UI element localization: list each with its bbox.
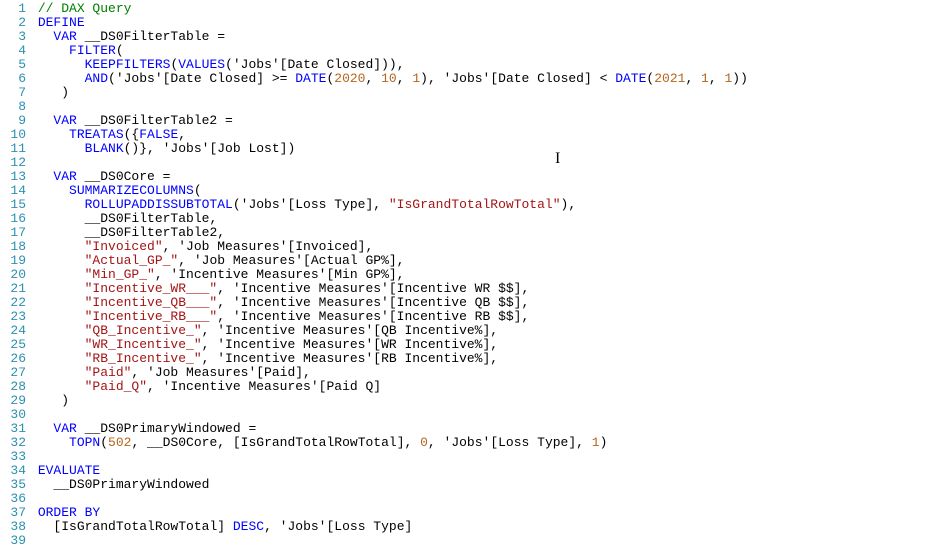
line-number: 36 <box>0 492 30 506</box>
code-line: 21 "Incentive_WR___", 'Incentive Measure… <box>0 282 942 296</box>
code-line: 5 KEEPFILTERS(VALUES('Jobs'[Date Closed]… <box>0 58 942 72</box>
code-line: 9 VAR __DS0FilterTable2 = <box>0 114 942 128</box>
code-line: 27 "Paid", 'Job Measures'[Paid], <box>0 366 942 380</box>
code-line: 38 [IsGrandTotalRowTotal] DESC, 'Jobs'[L… <box>0 520 942 534</box>
line-number: 3 <box>0 30 30 44</box>
line-number: 30 <box>0 408 30 422</box>
code-line: 18 "Invoiced", 'Job Measures'[Invoiced], <box>0 240 942 254</box>
line-number: 29 <box>0 394 30 408</box>
code-line: 33 <box>0 450 942 464</box>
code-line: 7 ) <box>0 86 942 100</box>
line-number: 8 <box>0 100 30 114</box>
code-line: 10 TREATAS({FALSE, <box>0 128 942 142</box>
code-line: 25 "WR_Incentive_", 'Incentive Measures'… <box>0 338 942 352</box>
line-number: 23 <box>0 310 30 324</box>
line-number: 28 <box>0 380 30 394</box>
line-number: 25 <box>0 338 30 352</box>
code-line: 4 FILTER( <box>0 44 942 58</box>
line-number: 9 <box>0 114 30 128</box>
line-number: 16 <box>0 212 30 226</box>
code-line: 22 "Incentive_QB___", 'Incentive Measure… <box>0 296 942 310</box>
line-number: 20 <box>0 268 30 282</box>
code-line: 6 AND('Jobs'[Date Closed] >= DATE(2020, … <box>0 72 942 86</box>
line-number: 31 <box>0 422 30 436</box>
code-line: 1 // DAX Query <box>0 2 942 16</box>
line-number: 34 <box>0 464 30 478</box>
code-line: 35 __DS0PrimaryWindowed <box>0 478 942 492</box>
line-number: 5 <box>0 58 30 72</box>
line-number: 17 <box>0 226 30 240</box>
code-line: 2 DEFINE <box>0 16 942 30</box>
line-number: 37 <box>0 506 30 520</box>
code-line: 30 <box>0 408 942 422</box>
code-line: 20 "Min_GP_", 'Incentive Measures'[Min G… <box>0 268 942 282</box>
code-line: 13 VAR __DS0Core = <box>0 170 942 184</box>
code-line: 3 VAR __DS0FilterTable = <box>0 30 942 44</box>
line-number: 39 <box>0 534 30 548</box>
line-number: 14 <box>0 184 30 198</box>
line-number: 11 <box>0 142 30 156</box>
code-line: 12 <box>0 156 942 170</box>
line-number: 19 <box>0 254 30 268</box>
code-line: 23 "Incentive_RB___", 'Incentive Measure… <box>0 310 942 324</box>
line-number: 22 <box>0 296 30 310</box>
code-line: 39 <box>0 534 942 548</box>
code-line: 11 BLANK()}, 'Jobs'[Job Lost]) <box>0 142 942 156</box>
code-line: 34 EVALUATE <box>0 464 942 478</box>
code-editor[interactable]: 1 // DAX Query 2 DEFINE 3 VAR __DS0Filte… <box>0 0 942 548</box>
line-number: 10 <box>0 128 30 142</box>
line-number: 38 <box>0 520 30 534</box>
code-line: 19 "Actual_GP_", 'Job Measures'[Actual G… <box>0 254 942 268</box>
line-number: 2 <box>0 16 30 30</box>
line-number: 6 <box>0 72 30 86</box>
line-number: 27 <box>0 366 30 380</box>
code-line: 32 TOPN(502, __DS0Core, [IsGrandTotalRow… <box>0 436 942 450</box>
line-number: 12 <box>0 156 30 170</box>
line-number: 21 <box>0 282 30 296</box>
code-line: 16 __DS0FilterTable, <box>0 212 942 226</box>
code-line: 8 <box>0 100 942 114</box>
code-line: 17 __DS0FilterTable2, <box>0 226 942 240</box>
line-number: 33 <box>0 450 30 464</box>
line-number: 35 <box>0 478 30 492</box>
line-number: 18 <box>0 240 30 254</box>
code-line: 15 ROLLUPADDISSUBTOTAL('Jobs'[Loss Type]… <box>0 198 942 212</box>
code-line: 36 <box>0 492 942 506</box>
code-line: 29 ) <box>0 394 942 408</box>
line-number: 7 <box>0 86 30 100</box>
text-cursor-icon: I <box>555 150 560 168</box>
code-line: 24 "QB_Incentive_", 'Incentive Measures'… <box>0 324 942 338</box>
code-line: 26 "RB_Incentive_", 'Incentive Measures'… <box>0 352 942 366</box>
line-number: 15 <box>0 198 30 212</box>
code-line: 37 ORDER BY <box>0 506 942 520</box>
code-line: 14 SUMMARIZECOLUMNS( <box>0 184 942 198</box>
line-number: 1 <box>0 2 30 16</box>
code-line: 28 "Paid_Q", 'Incentive Measures'[Paid Q… <box>0 380 942 394</box>
line-number: 4 <box>0 44 30 58</box>
line-number: 13 <box>0 170 30 184</box>
line-number: 32 <box>0 436 30 450</box>
line-number: 24 <box>0 324 30 338</box>
code-line: 31 VAR __DS0PrimaryWindowed = <box>0 422 942 436</box>
line-number: 26 <box>0 352 30 366</box>
